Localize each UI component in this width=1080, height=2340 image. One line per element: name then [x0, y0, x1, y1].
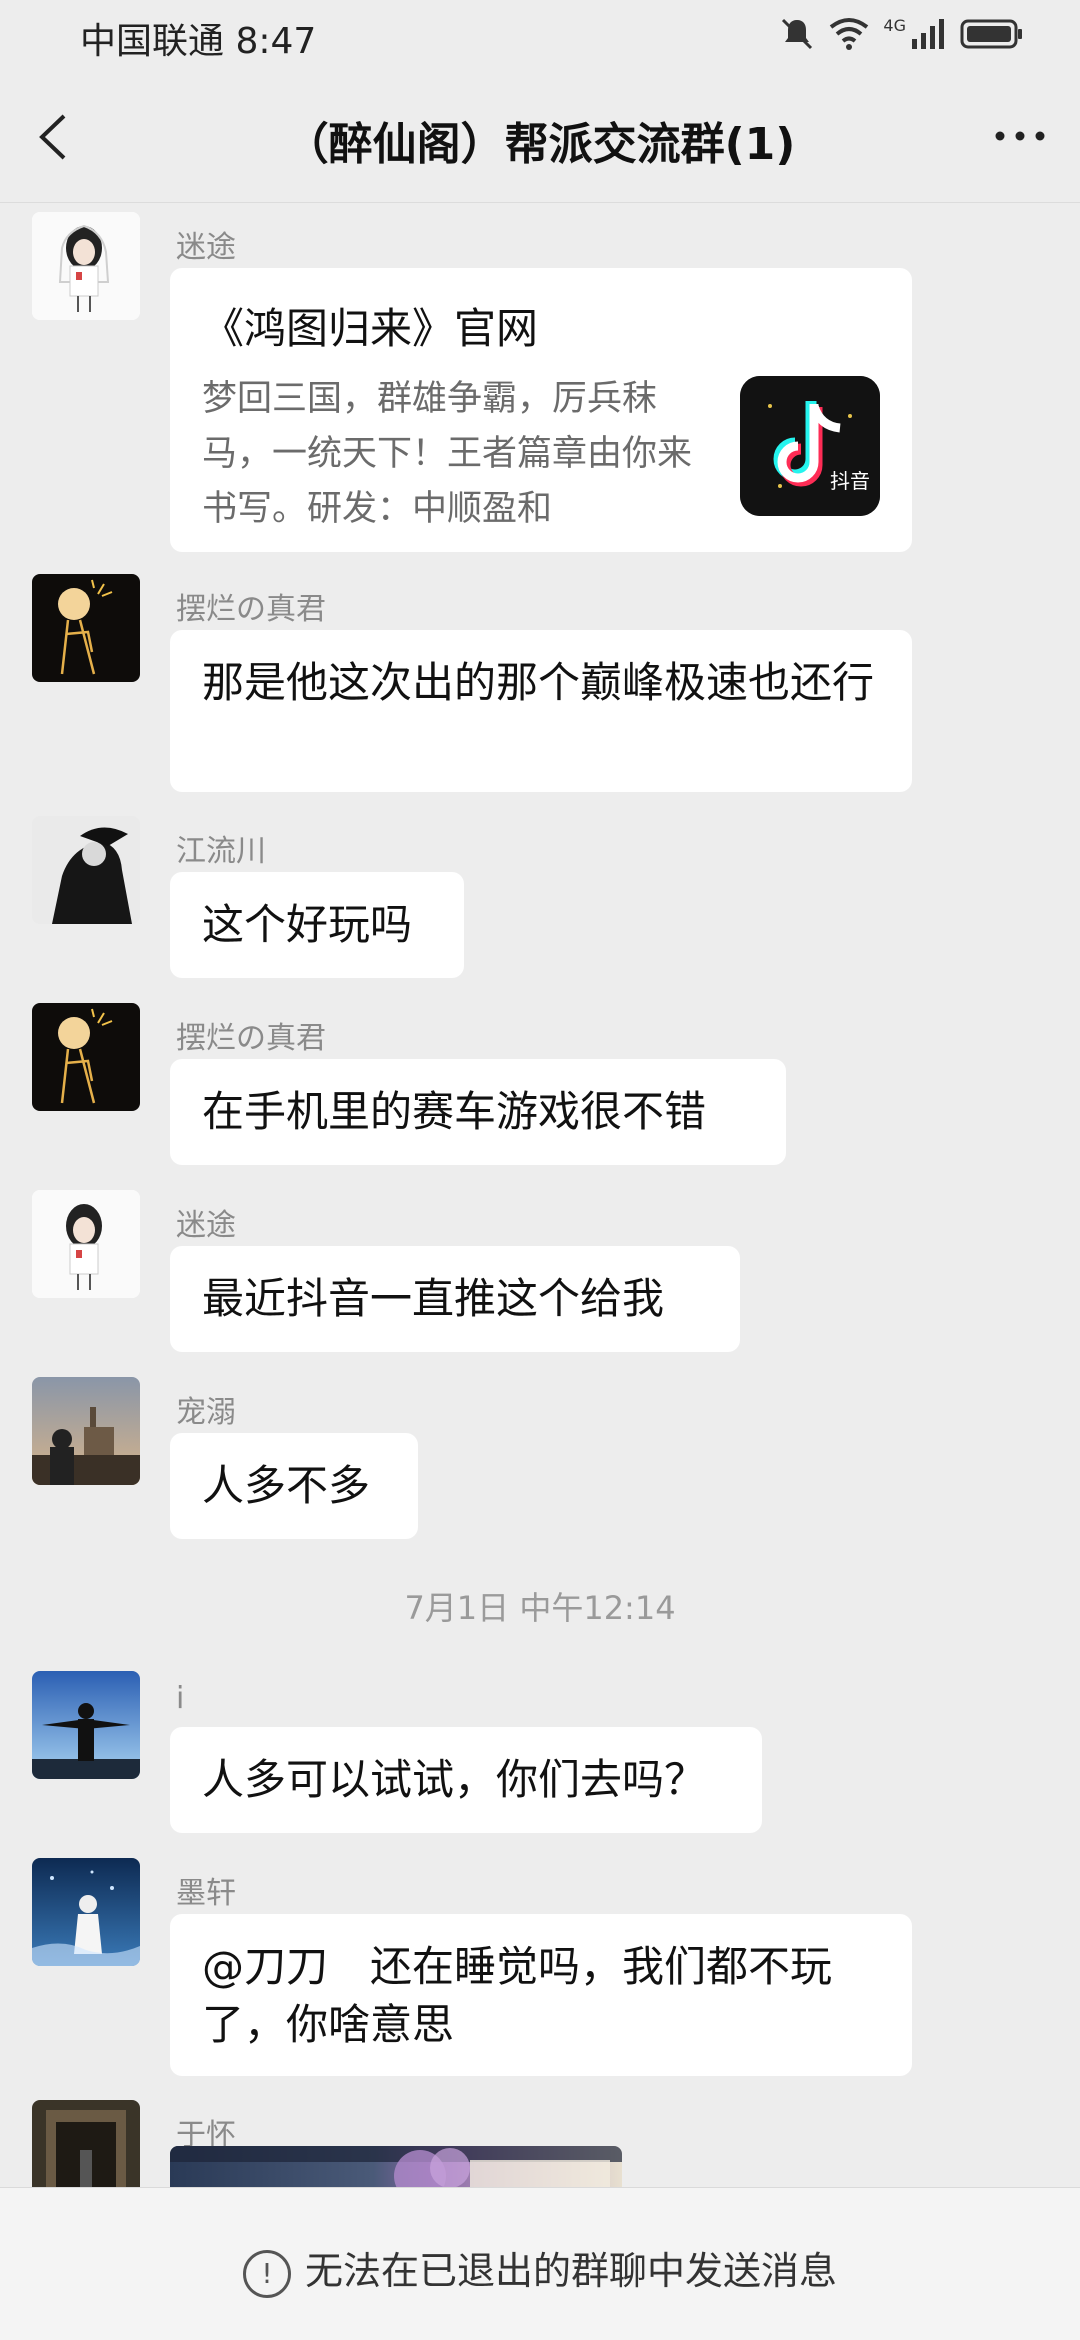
message-item: 迷途 最近抖音一直推这个给我 — [0, 1190, 1080, 1352]
sender-name: 摆烂の真君 — [176, 592, 326, 627]
message-item: i 人多可以试试，你们去吗？ — [0, 1671, 1080, 1833]
back-arrow-icon[interactable] — [34, 112, 74, 162]
message-item: 墨轩 @刀刀 还在睡觉吗，我们都不玩了，你啥意思 — [0, 1858, 1080, 2088]
avatar[interactable] — [32, 574, 140, 682]
message-bubble[interactable]: @刀刀 还在睡觉吗，我们都不玩了，你啥意思 — [170, 1914, 912, 2076]
avatar[interactable] — [32, 1858, 140, 1966]
message-bubble[interactable]: 人多可以试试，你们去吗？ — [170, 1727, 762, 1833]
message-bubble[interactable]: 那是他这次出的那个巅峰极速也还行 — [170, 630, 912, 792]
message-item: 迷途 《鸿图归来》官网 梦回三国，群雄争霸，厉兵秣马，一统天下！王者篇章由你来书… — [0, 212, 1080, 552]
more-options-icon[interactable] — [990, 116, 1050, 156]
message-item: 宠溺 人多不多 — [0, 1377, 1080, 1539]
avatar[interactable] — [32, 212, 140, 320]
battery-icon — [960, 19, 1022, 49]
avatar[interactable] — [32, 2100, 140, 2188]
message-item: 摆烂の真君 在手机里的赛车游戏很不错 — [0, 1003, 1080, 1165]
notice-text: 无法在已退出的群聊中发送消息 — [304, 2249, 837, 2293]
message-bubble[interactable]: 在手机里的赛车游戏很不错 — [170, 1059, 786, 1165]
mute-bell-icon — [782, 18, 813, 50]
footer-notice-bar: ! 无法在已退出的群聊中发送消息 — [0, 2187, 1080, 2340]
signal-icon — [912, 19, 944, 49]
message-item: 于怀 — [0, 2100, 1080, 2188]
wifi-icon — [830, 18, 869, 50]
message-bubble[interactable]: 最近抖音一直推这个给我 — [170, 1246, 740, 1352]
avatar[interactable] — [32, 816, 140, 924]
message-bubble[interactable]: 这个好玩吗 — [170, 872, 464, 978]
carrier-time: 中国联通 8:47 — [80, 21, 317, 62]
sender-name: 摆烂の真君 — [176, 1021, 326, 1056]
avatar[interactable] — [32, 1671, 140, 1779]
chat-title: （醉仙阁）帮派交流群(1) — [284, 119, 796, 170]
card-title: 《鸿图归来》官网 — [202, 304, 539, 353]
avatar[interactable] — [32, 1377, 140, 1485]
message-item: 摆烂の真君 那是他这次出的那个巅峰极速也还行 — [0, 574, 1080, 804]
timestamp: 7月1日 中午12:14 — [404, 1589, 676, 1627]
link-card[interactable]: 《鸿图归来》官网 梦回三国，群雄争霸，厉兵秣马，一统天下！王者篇章由你来书写。研… — [170, 268, 912, 552]
sender-name: 江流川 — [176, 834, 266, 869]
sender-name: 迷途 — [176, 1208, 236, 1243]
status-icons: 4G — [779, 16, 1024, 52]
info-alert-icon: ! — [242, 2249, 291, 2298]
sender-name: 迷途 — [176, 230, 236, 265]
sender-name: 墨轩 — [176, 1876, 236, 1911]
card-thumb-label: 抖音 — [830, 469, 870, 493]
avatar[interactable] — [32, 1190, 140, 1298]
network-type: 4G — [883, 15, 906, 35]
message-list[interactable]: 迷途 《鸿图归来》官网 梦回三国，群雄争霸，厉兵秣马，一统天下！王者篇章由你来书… — [0, 203, 1080, 2188]
douyin-logo-icon: 抖音 — [740, 376, 880, 516]
sender-name: 宠溺 — [176, 1395, 236, 1430]
message-item: 江流川 这个好玩吗 — [0, 816, 1080, 978]
avatar[interactable] — [32, 1003, 140, 1111]
message-bubble[interactable]: 人多不多 — [170, 1433, 418, 1539]
sender-name: i — [176, 1681, 185, 1716]
status-bar: 中国联通 8:47 4G — [0, 0, 1080, 72]
exited-group-notice: ! 无法在已退出的群聊中发送消息 — [0, 2240, 1080, 2298]
image-message[interactable] — [170, 2146, 622, 2188]
card-description: 梦回三国，群雄争霸，厉兵秣马，一统天下！王者篇章由你来书写。研发：中顺盈和 — [202, 379, 693, 529]
chat-header: （醉仙阁）帮派交流群(1) — [0, 72, 1080, 203]
